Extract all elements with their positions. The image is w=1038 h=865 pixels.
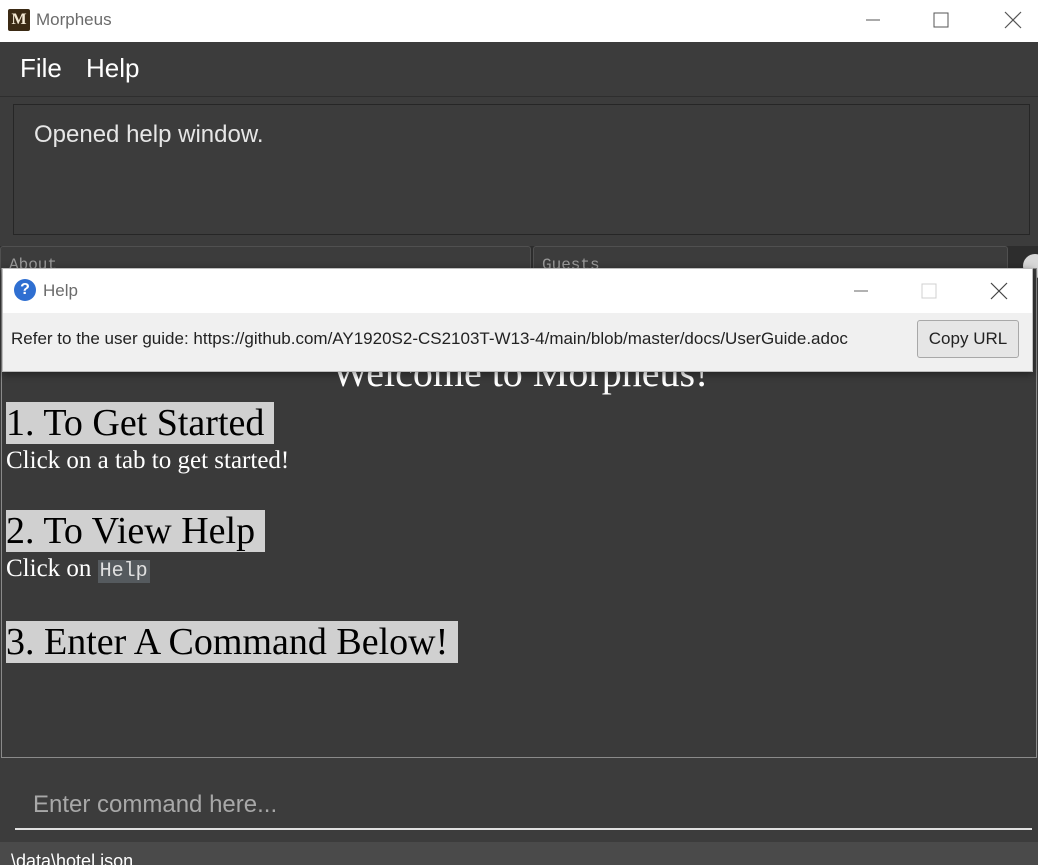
result-message: Opened help window. [34,121,264,148]
section-text-view-help: Click on Help [6,555,150,583]
minimize-button[interactable] [850,0,896,40]
close-button[interactable] [990,0,1036,40]
tab-guests[interactable]: Guests [533,246,1008,274]
section-heading-get-started: 1. To Get Started [6,402,275,444]
menu-file[interactable]: File [20,53,62,84]
minimize-icon [854,290,868,292]
menu-bar: File Help [0,42,1038,97]
help-dialog: ? Help Refer to the user guide: https://… [2,268,1033,372]
help-maximize-button [906,269,952,313]
help-minimize-button[interactable] [838,269,884,313]
help-close-button[interactable] [976,269,1022,313]
command-area [0,760,1038,840]
window-title: Morpheus [36,10,112,29]
help-code-chip: Help [97,560,150,583]
section-heading-enter-command: 3. Enter A Command Below! [6,621,459,663]
close-icon [1004,11,1022,29]
save-location-path: .\data\hotel.json [6,851,134,865]
maximize-button[interactable] [918,0,964,40]
window-titlebar[interactable]: M Morpheus [0,0,1038,42]
main-window: M Morpheus File Help Opened help window.… [0,0,1038,865]
section-text-get-started: Click on a tab to get started! [6,447,290,474]
result-display[interactable]: Opened help window. [13,104,1030,235]
help-message[interactable]: Refer to the user guide: https://github.… [11,329,906,349]
minimize-icon [866,19,880,21]
help-title: Help [43,281,78,300]
maximize-icon [921,283,937,299]
view-help-prefix: Click on [6,555,98,582]
app-logo-icon: M [8,9,30,31]
maximize-icon [933,12,949,28]
help-question-icon: ? [14,279,36,301]
menu-help[interactable]: Help [86,53,139,84]
tab-strip: About Guests [0,246,1038,274]
close-icon [990,282,1008,300]
section-heading-view-help: 2. To View Help [6,510,266,552]
help-body: Refer to the user guide: https://github.… [3,313,1032,371]
help-titlebar[interactable]: ? Help [3,269,1032,313]
command-input[interactable] [15,782,1032,830]
tab-about[interactable]: About [0,246,531,274]
copy-url-button[interactable]: Copy URL [917,320,1019,358]
status-bar: .\data\hotel.json [0,842,1038,865]
